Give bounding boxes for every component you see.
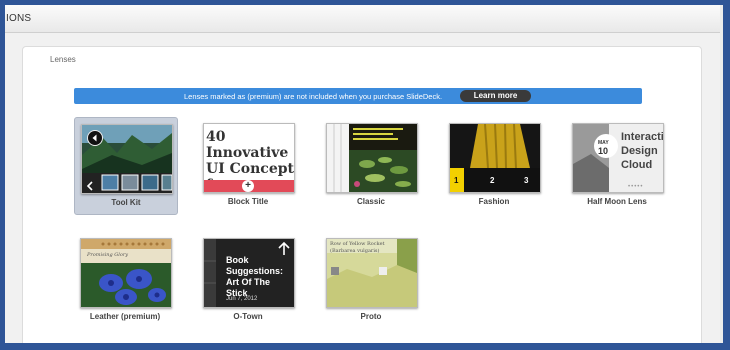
chevron-left-icon <box>86 178 94 193</box>
lens-label: Leather (premium) <box>89 312 161 321</box>
lens-thumbnail: 1 2 3 <box>449 123 541 193</box>
fashion-number: 2 <box>490 176 495 185</box>
play-icon <box>87 130 103 146</box>
thumb-headline: Book Suggestions: Art Of The Stick <box>226 255 284 298</box>
lens-half-moon[interactable]: MAY 10 Interactive Design Cloud ••••• Ha… <box>566 117 668 213</box>
app-window: IONS Lenses Lenses marked as (premium) a… <box>5 5 723 343</box>
thumb-headline: Interactive Design Cloud <box>621 131 664 171</box>
fashion-number: 3 <box>524 176 529 185</box>
lens-label: O-Town <box>233 312 263 321</box>
lens-label: Fashion <box>478 197 510 206</box>
thumb-date: Jun 7, 2012 <box>226 296 258 302</box>
thumb-headline: Promising Glory <box>87 252 129 258</box>
lens-label: Half Moon Lens <box>587 197 647 206</box>
thumb-headline: Row of Yellow Rocket (Barbarea vulgaris) <box>330 241 385 254</box>
lens-leather-premium[interactable]: Promising Glory Leather (premium) <box>74 232 176 328</box>
lens-label: Block Title <box>227 197 269 206</box>
lens-tool-kit[interactable]: Tool Kit <box>74 117 178 215</box>
lens-classic[interactable]: Classic <box>320 117 422 213</box>
classic-thumb-art <box>327 124 417 192</box>
panel-legend: Lenses <box>48 55 78 64</box>
lens-label: Tool Kit <box>111 198 141 207</box>
lens-thumbnail: Row of Yellow Rocket (Barbarea vulgaris) <box>326 238 418 308</box>
lens-thumbnail <box>81 124 173 194</box>
lens-thumbnail <box>326 123 418 193</box>
lens-label: Classic <box>356 197 386 206</box>
content-area: Lenses Lenses marked as (premium) are no… <box>5 33 720 343</box>
date-day: 10 <box>598 146 609 156</box>
learn-more-button[interactable]: Learn more <box>460 90 531 102</box>
lens-proto[interactable]: Row of Yellow Rocket (Barbarea vulgaris)… <box>320 232 422 328</box>
lens-thumbnail: MAY 10 Interactive Design Cloud ••••• <box>572 123 664 193</box>
lens-thumbnail: 40 Innovative UI Concepts from Dribbble … <box>203 123 295 193</box>
lens-o-town[interactable]: Book Suggestions: Art Of The Stick Jun 7… <box>197 232 299 328</box>
leather-thumb-art <box>81 239 171 307</box>
plus-icon: + <box>242 180 254 192</box>
lens-thumbnail: Book Suggestions: Art Of The Stick Jun 7… <box>203 238 295 308</box>
lens-fashion[interactable]: 1 2 3 Fashion <box>443 117 545 213</box>
lens-label: Proto <box>360 312 382 321</box>
lens-thumbnail: Promising Glory <box>80 238 172 308</box>
title-bar: IONS <box>5 5 720 33</box>
lenses-panel: Lenses Lenses marked as (premium) are no… <box>22 46 702 343</box>
notice-message: Lenses marked as (premium) are not inclu… <box>184 92 443 101</box>
slide-dots: ••••• <box>628 184 644 190</box>
fashion-number: 1 <box>454 176 459 185</box>
window-title: IONS <box>6 13 32 24</box>
premium-notice-bar: Lenses marked as (premium) are not inclu… <box>74 88 642 104</box>
lens-block-title[interactable]: 40 Innovative UI Concepts from Dribbble … <box>197 117 299 213</box>
